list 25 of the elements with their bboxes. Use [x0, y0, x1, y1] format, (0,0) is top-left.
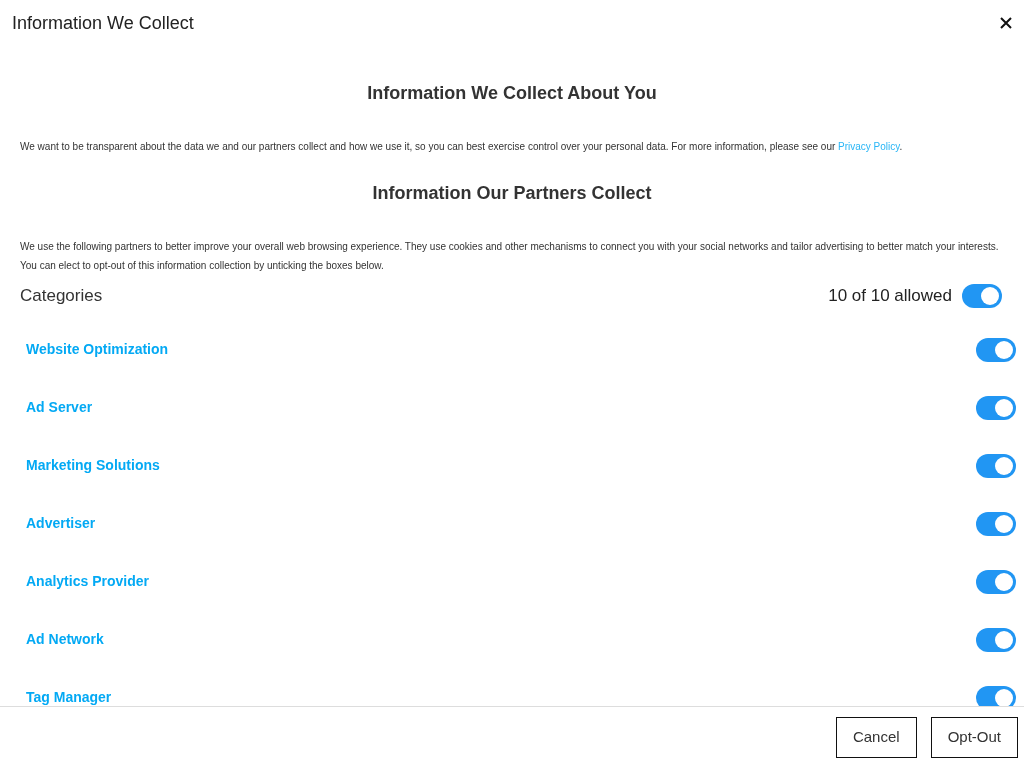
toggle-switch[interactable]: [976, 569, 1016, 594]
privacy-policy-link[interactable]: Privacy Policy: [838, 141, 900, 152]
section-heading: Information Our Partners Collect: [371, 182, 653, 205]
toggle-switch[interactable]: [976, 453, 1016, 478]
categories-label: Categories: [20, 285, 103, 307]
category-name[interactable]: Website Optimization: [26, 339, 169, 360]
section-heading: Information We Collect About You: [366, 82, 658, 105]
category-name[interactable]: Tag Manager: [26, 687, 112, 706]
opt-out-button[interactable]: Opt-Out: [930, 717, 1018, 758]
toggle-switch[interactable]: [962, 283, 1002, 308]
toggle-switch[interactable]: [976, 685, 1016, 706]
section-paragraph: We want to be transparent about the data we and our partners collect and how we use it, so you can best exercise control over your personal data. For more information, please see our Privacy Policy.: [20, 140, 904, 154]
category-name[interactable]: Marketing Solutions: [26, 455, 160, 476]
cancel-button[interactable]: Cancel: [835, 717, 917, 758]
category-name[interactable]: Advertiser: [26, 513, 96, 534]
category-name[interactable]: Ad Server: [26, 397, 93, 418]
category-name[interactable]: Analytics Provider: [26, 571, 149, 592]
toggle-switch[interactable]: [976, 337, 1016, 362]
section-paragraph: We use the following partners to better improve your overall web browsing experience. They use cookies and other mechanisms to connect you with your social networks and tailor advertising to better match your interests. You can elect to opt-out of this information collection by unticking the boxes below.: [20, 240, 1000, 273]
toggle-switch[interactable]: [976, 395, 1016, 420]
allowed-count: 10 of 10 allowed: [828, 285, 952, 307]
toggle-switch[interactable]: [976, 627, 1016, 652]
dialog-title: Information We Collect: [12, 11, 194, 35]
toggle-switch[interactable]: [976, 511, 1016, 536]
category-name[interactable]: Ad Network: [26, 629, 104, 650]
